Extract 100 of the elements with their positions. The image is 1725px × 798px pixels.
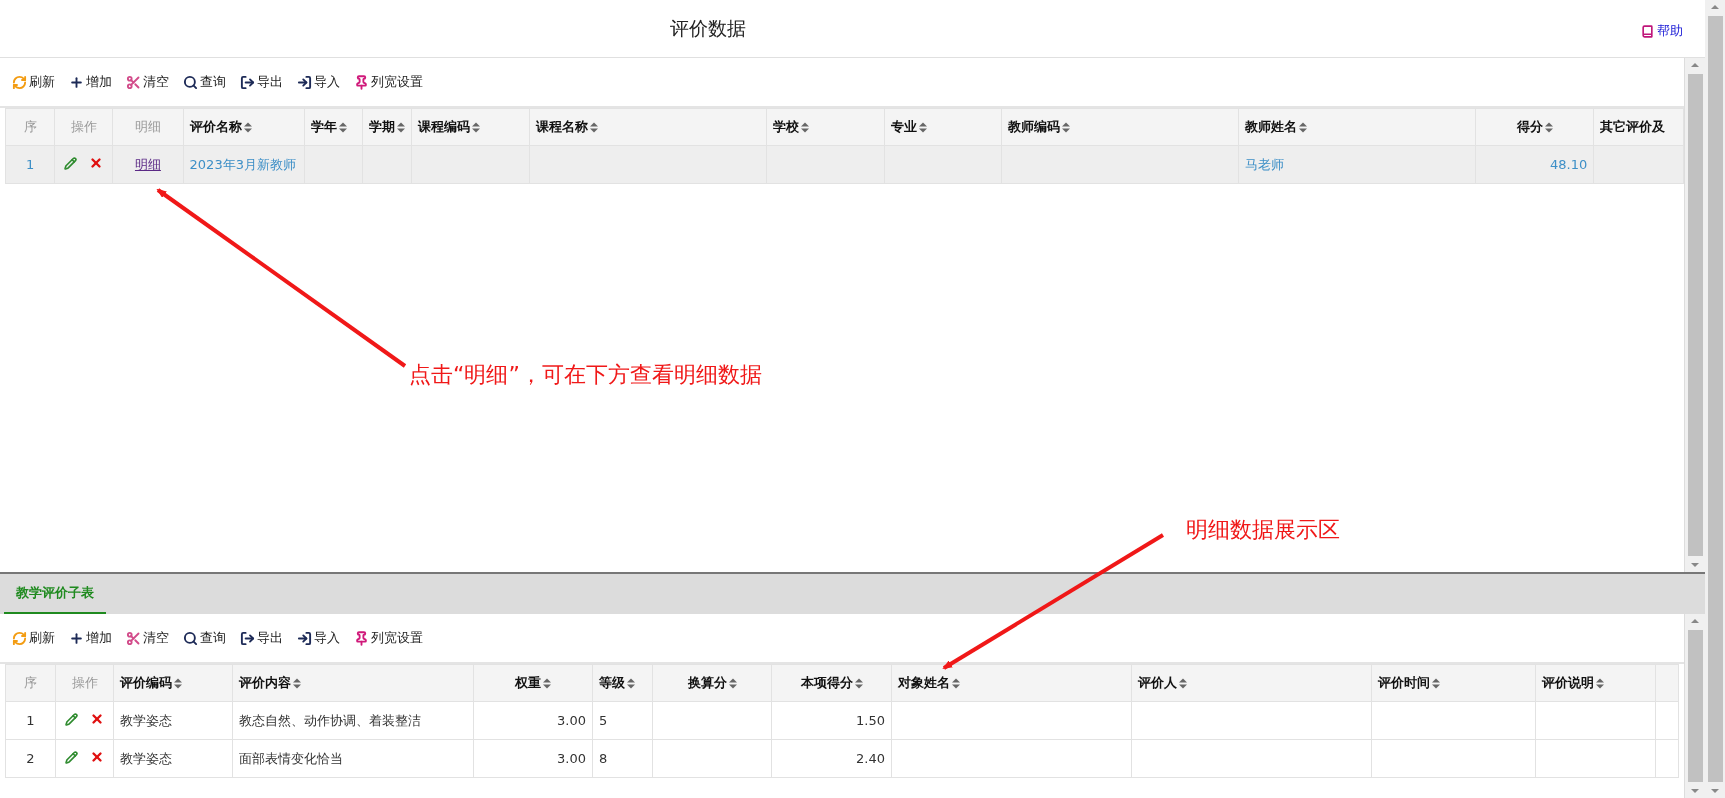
sort-icon[interactable] [800, 122, 809, 133]
column-header[interactable]: 学校 [766, 108, 885, 146]
edit-icon[interactable] [64, 156, 78, 170]
column-header[interactable]: 等级 [592, 664, 653, 702]
delete-icon[interactable] [90, 750, 104, 765]
toolbar-button[interactable]: 列宽设置 [354, 73, 423, 91]
column-header[interactable]: 评价内容 [232, 664, 474, 702]
table-cell: 教学姿态 [113, 739, 233, 778]
column-header[interactable]: 得分 [1475, 108, 1594, 146]
column-header[interactable]: 学年 [304, 108, 363, 146]
sort-icon[interactable] [952, 678, 960, 689]
column-header[interactable]: 本项得分 [771, 664, 892, 702]
import-icon [297, 630, 312, 646]
column-header[interactable]: 换算分 [652, 664, 772, 702]
table-cell: 8 [592, 739, 653, 778]
toolbar-button[interactable]: 清空 [126, 629, 169, 647]
toolbar-button[interactable]: 查询 [183, 629, 226, 647]
column-header[interactable]: 课程名称 [529, 108, 767, 146]
sort-icon[interactable] [1062, 122, 1071, 133]
column-header[interactable]: 教师姓名 [1238, 108, 1476, 146]
pin-icon [354, 630, 369, 646]
toolbar-button[interactable]: 查询 [183, 73, 226, 91]
edit-icon[interactable] [65, 750, 78, 764]
sort-icon[interactable] [338, 122, 347, 133]
scrollbar[interactable] [1685, 614, 1705, 798]
sort-icon[interactable] [728, 678, 737, 689]
scroll-down-icon[interactable] [1691, 789, 1699, 793]
page-title: 评价数据 [669, 15, 746, 41]
pin-icon [354, 74, 369, 90]
scroll-up-icon[interactable] [1691, 63, 1699, 67]
toolbar-button[interactable]: 导入 [297, 629, 340, 647]
sort-icon[interactable] [1298, 122, 1307, 133]
table-cell: 教态自然、动作协调、着装整洁 [232, 701, 474, 740]
toolbar-button[interactable]: 增加 [69, 629, 112, 647]
sort-icon[interactable] [293, 678, 301, 689]
help-link[interactable]: 帮助 [1641, 22, 1683, 40]
table-cell: 面部表情变化恰当 [232, 739, 474, 778]
refresh-icon [12, 74, 27, 90]
sort-icon[interactable] [1596, 678, 1604, 689]
sort-icon[interactable] [543, 678, 551, 689]
delete-icon[interactable] [90, 712, 104, 727]
sort-icon[interactable] [243, 122, 252, 133]
column-header: 操作 [55, 664, 114, 702]
scroll-up-icon[interactable] [1711, 5, 1719, 9]
column-header[interactable]: 教师编码 [1001, 108, 1239, 146]
detail-link[interactable]: 明细 [134, 156, 161, 172]
sort-icon[interactable] [174, 678, 182, 689]
scroll-up-icon[interactable] [1691, 619, 1699, 623]
scrollbar[interactable] [1685, 58, 1705, 572]
sort-icon[interactable] [918, 122, 927, 133]
table-cell: 马老师 [1238, 145, 1476, 184]
column-header[interactable]: 评价编码 [113, 664, 233, 702]
edit-icon[interactable] [65, 712, 78, 726]
plus-icon [69, 74, 84, 90]
sort-icon[interactable] [472, 122, 481, 133]
delete-icon[interactable] [89, 156, 104, 171]
column-header[interactable]: 评价说明 [1535, 664, 1656, 702]
column-header[interactable]: 课程编码 [411, 108, 530, 146]
toolbar-button[interactable]: 列宽设置 [354, 629, 423, 647]
sort-icon[interactable] [1432, 678, 1440, 689]
column-header: 操作 [54, 108, 113, 146]
column-header[interactable]: 学期 [362, 108, 412, 146]
toolbar-button[interactable]: 导入 [297, 73, 340, 91]
sort-icon[interactable] [397, 122, 406, 133]
toolbar-button[interactable]: 刷新 [12, 629, 55, 647]
scroll-down-icon[interactable] [1711, 789, 1719, 793]
table-cell: 2.40 [771, 739, 892, 778]
column-header[interactable]: 对象姓名 [891, 664, 1132, 702]
table-cell: 1 [5, 145, 55, 184]
sort-icon[interactable] [627, 678, 635, 689]
table-cell: 48.10 [1475, 145, 1594, 184]
table-cell: 1.50 [771, 701, 892, 740]
plus-icon [69, 630, 84, 646]
scroll-down-icon[interactable] [1691, 563, 1699, 567]
sort-icon[interactable] [854, 678, 863, 689]
sort-icon[interactable] [590, 122, 599, 133]
column-header[interactable]: 评价人 [1131, 664, 1372, 702]
column-header[interactable]: 专业 [884, 108, 1002, 146]
column-header: 明细 [112, 108, 184, 146]
table-cell: 2 [5, 739, 56, 778]
table-cell: 5 [592, 701, 653, 740]
column-header[interactable]: 权重 [473, 664, 593, 702]
book-icon [1641, 24, 1654, 38]
table-cell: 3.00 [473, 701, 593, 740]
import-icon [297, 74, 312, 90]
refresh-icon [12, 630, 27, 646]
toolbar-button[interactable]: 导出 [240, 629, 283, 647]
column-header: 序 [5, 108, 55, 146]
toolbar-button[interactable]: 清空 [126, 73, 169, 91]
toolbar-button[interactable]: 增加 [69, 73, 112, 91]
toolbar-button[interactable]: 刷新 [12, 73, 55, 91]
annotation-text: 点击“明细”，可在下方查看明细数据 [409, 361, 762, 389]
toolbar-button[interactable]: 导出 [240, 73, 283, 91]
export-icon [240, 630, 255, 646]
sort-icon[interactable] [1544, 122, 1553, 133]
scrollbar[interactable] [1705, 0, 1725, 798]
sort-icon[interactable] [1179, 678, 1187, 689]
scissors-icon [126, 74, 141, 90]
column-header[interactable]: 评价名称 [183, 108, 305, 146]
column-header[interactable]: 评价时间 [1371, 664, 1536, 702]
